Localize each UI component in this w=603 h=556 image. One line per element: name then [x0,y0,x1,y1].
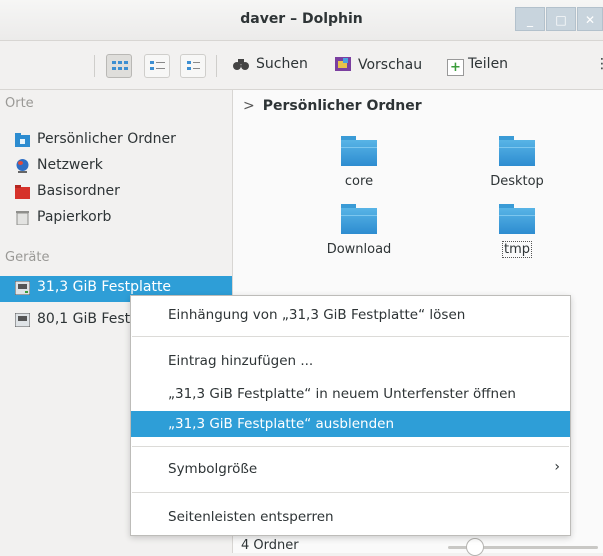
folder-label: core [344,174,374,189]
icons-view-button[interactable] [106,54,132,78]
binoculars-icon [233,59,249,70]
menu-separator [132,336,569,337]
folder-icon [499,136,535,166]
menu-item-unlock-panels[interactable]: Seitenleisten entsperren [131,504,570,530]
sidebar-item-root[interactable]: Basisordner [0,180,232,206]
toolbar-separator [94,55,95,77]
menu-item-open-in-new-tab[interactable]: „31,3 GiB Festplatte“ in neuem Unterfens… [131,381,570,407]
toolbar-overflow-button[interactable]: ⋮ [595,56,603,72]
sidebar-item-home[interactable]: Persönlicher Ordner [0,128,232,154]
status-bar-text: 4 Ordner [241,538,299,553]
sidebar-item-label: 31,3 GiB Festplatte [37,279,172,295]
devices-header: Geräte [5,250,50,265]
harddisk-icon [15,281,30,295]
folder-item[interactable]: tmp [462,204,572,258]
menu-item-icon-size[interactable]: Symbolgröße › [131,456,570,482]
share-label: Teilen [468,56,509,72]
maximize-button[interactable]: □ [546,7,576,31]
details-view-button[interactable] [180,54,206,78]
minimize-button[interactable]: _ [515,7,545,31]
sidebar-item-label: Basisordner [37,183,120,199]
folder-label: Desktop [490,174,544,189]
context-menu: Einhängung von „31,3 GiB Festplatte“ lös… [130,295,571,536]
sidebar-item-label: Papierkorb [37,209,112,225]
title-bar[interactable]: daver – Dolphin _ □ ✕ [0,0,603,41]
menu-item-label: „31,3 GiB Festplatte“ ausblenden [168,416,395,432]
breadcrumb-label: Persönlicher Ordner [262,98,422,114]
root-folder-icon [15,185,30,199]
sidebar-item-network[interactable]: Netzwerk [0,154,232,180]
places-header: Orte [5,96,34,111]
menu-separator [132,492,569,493]
folder-icon [341,204,377,234]
close-button[interactable]: ✕ [577,7,603,31]
menu-item-hide[interactable]: „31,3 GiB Festplatte“ ausblenden [131,411,570,437]
home-folder-icon [15,133,30,147]
menu-separator [132,446,569,447]
toolbar-separator [216,55,217,77]
preview-image-icon [335,57,351,71]
toolbar: Suchen Vorschau + Teilen ⋮ [0,41,603,90]
zoom-slider-handle[interactable] [466,538,484,556]
menu-item-add-entry[interactable]: Eintrag hinzufügen ... [131,348,570,374]
menu-item-label: Seitenleisten entsperren [168,509,334,525]
submenu-arrow-icon: › [554,459,560,475]
folder-icon [499,204,535,234]
network-globe-icon [16,159,29,173]
folder-label: tmp [462,241,572,258]
sidebar-item-label: Netzwerk [37,157,103,173]
sidebar-item-label: Persönlicher Ordner [37,131,176,147]
sidebar-item-trash[interactable]: Papierkorb [0,206,232,232]
menu-item-label: Symbolgröße [168,461,258,477]
chevron-right-icon: > [243,98,255,114]
search-label: Suchen [256,56,308,72]
share-plus-icon: + [447,59,464,76]
breadcrumb[interactable]: > Persönlicher Ordner [243,98,422,114]
folder-item[interactable]: core [304,136,414,189]
preview-label: Vorschau [358,57,423,73]
folder-item[interactable]: Download [304,204,414,257]
trash-icon [16,211,29,225]
menu-item-label: Einhängung von „31,3 GiB Festplatte“ lös… [168,307,466,323]
folder-label-text: tmp [501,241,532,258]
compact-view-button[interactable] [144,54,170,78]
preview-button[interactable]: Vorschau [334,56,422,73]
folder-icon [341,136,377,166]
menu-item-label: „31,3 GiB Festplatte“ in neuem Unterfens… [168,386,516,402]
menu-item-unmount[interactable]: Einhängung von „31,3 GiB Festplatte“ lös… [131,302,570,328]
folder-label: Download [326,242,392,257]
share-button[interactable]: + Teilen [447,56,508,76]
menu-item-label: Eintrag hinzufügen ... [168,353,314,369]
search-button[interactable]: Suchen [232,56,308,72]
folder-item[interactable]: Desktop [462,136,572,189]
harddisk-icon [15,313,30,327]
window-title: daver – Dolphin [240,11,363,27]
